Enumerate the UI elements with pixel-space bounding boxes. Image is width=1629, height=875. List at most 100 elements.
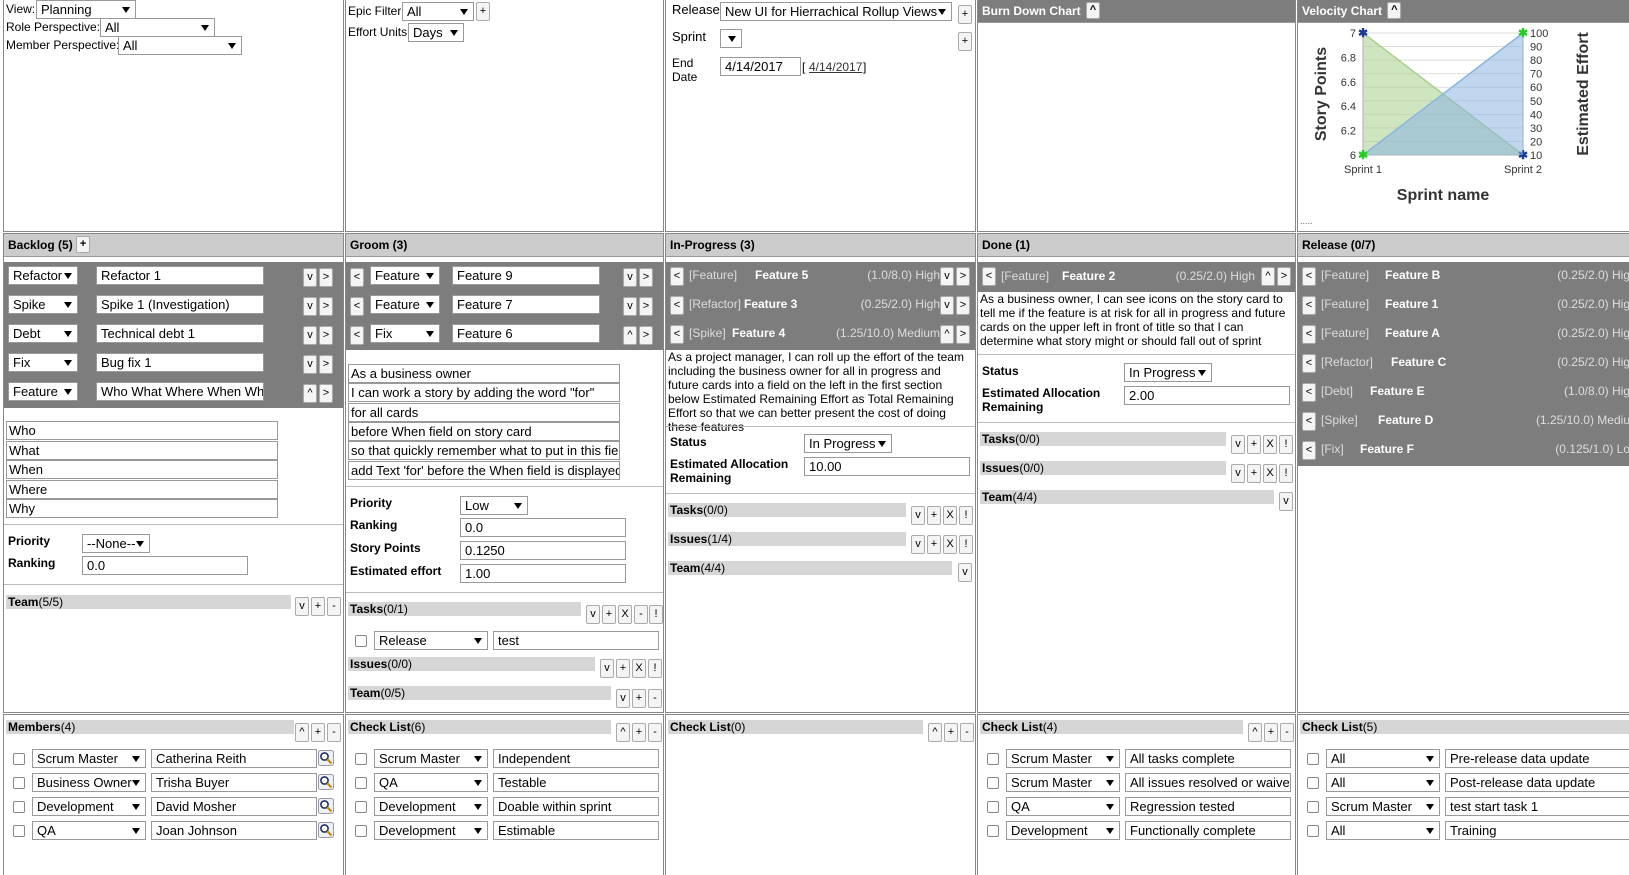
done-checklist-checkbox[interactable]: [987, 801, 999, 813]
velocity-collapse-button[interactable]: ^: [1387, 2, 1402, 19]
done-checklist-item-input[interactable]: All tasks complete: [1125, 749, 1291, 768]
inprogress-tasks-bar[interactable]: Tasks(0/0): [668, 503, 906, 517]
end-date-input[interactable]: 4/14/2017: [720, 57, 801, 76]
done-checklist-remove-button[interactable]: -: [1280, 723, 1294, 742]
release-checklist-checkbox[interactable]: [1307, 825, 1319, 837]
member-role-select[interactable]: Development: [32, 797, 146, 816]
groom-story-line[interactable]: add Text 'for' before the When field is …: [348, 460, 620, 480]
done-checklist-checkbox[interactable]: [987, 777, 999, 789]
groom-checklist-add-button[interactable]: +: [632, 723, 646, 742]
progress-checklist-up-button[interactable]: ^: [928, 723, 942, 742]
inprogress-issues-alert-button[interactable]: !: [959, 535, 973, 554]
done-card-back-button[interactable]: <: [982, 267, 996, 286]
backlog-card-name-input[interactable]: Refactor 1: [96, 266, 264, 285]
done-status-select[interactable]: In Progress: [1124, 363, 1212, 382]
groom-task-checkbox[interactable]: [355, 635, 367, 647]
done-card[interactable]: < [Feature] Feature 2 (0.25/2.0) High ^ …: [978, 264, 1295, 288]
release-card[interactable]: < [Fix] Feature F (0.125/1.0) Lo: [1298, 437, 1629, 461]
release-card-back-button[interactable]: <: [1302, 354, 1316, 373]
inprogress-issues-add-button[interactable]: +: [927, 535, 941, 554]
groom-tasks-remove-button[interactable]: -: [634, 605, 648, 624]
groom-tasks-alert-button[interactable]: !: [649, 605, 663, 624]
inprogress-card-back-button[interactable]: <: [670, 296, 684, 315]
done-tasks-expand-button[interactable]: v: [1231, 435, 1245, 454]
progress-checklist-remove-button[interactable]: -: [960, 723, 974, 742]
role-perspective-select[interactable]: All: [100, 18, 215, 37]
release-card[interactable]: < [Feature] Feature B (0.25/2.0) Hig: [1298, 263, 1629, 287]
inprogress-card[interactable]: < [Spike] Feature 4 (1.25/10.0) Medium ^ >: [666, 321, 975, 345]
groom-checklist-checkbox[interactable]: [355, 753, 367, 765]
member-role-select[interactable]: QA: [32, 821, 146, 840]
inprogress-card[interactable]: < [Feature] Feature 5 (1.0/8.0) High v >: [666, 263, 975, 287]
groom-checklist-item-input[interactable]: Estimable: [493, 821, 659, 840]
backlog-card-name-input[interactable]: Bug fix 1: [96, 353, 264, 372]
inprogress-tasks-delete-button[interactable]: X: [943, 506, 957, 525]
groom-checklist-item-input[interactable]: Doable within sprint: [493, 797, 659, 816]
inprogress-team-expand-button[interactable]: v: [958, 563, 972, 582]
groom-team-expand-button[interactable]: v: [616, 689, 630, 708]
done-checklist-item-input[interactable]: Regression tested: [1125, 797, 1291, 816]
backlog-card-type-select[interactable]: Fix: [8, 353, 78, 372]
done-tasks-alert-button[interactable]: !: [1279, 435, 1293, 454]
release-card[interactable]: < [Refactor] Feature C (0.25/2.0) Hig: [1298, 350, 1629, 374]
release-card-back-button[interactable]: <: [1302, 325, 1316, 344]
backlog-card-name-input[interactable]: Technical debt 1: [96, 324, 264, 343]
release-checklist-item-input[interactable]: Training: [1445, 821, 1629, 840]
backlog-team-add-button[interactable]: +: [311, 597, 325, 616]
groom-card-back-button[interactable]: <: [350, 297, 364, 316]
groom-card-type-select[interactable]: Fix: [370, 324, 440, 343]
done-card-up-button[interactable]: ^: [1261, 267, 1275, 286]
groom-card-move-button[interactable]: v: [623, 297, 637, 316]
epic-filter-select[interactable]: All: [402, 2, 474, 21]
groom-story-points-input[interactable]: 0.1250: [460, 541, 626, 560]
done-tasks-delete-button[interactable]: X: [1263, 435, 1277, 454]
done-issues-alert-button[interactable]: !: [1279, 464, 1293, 483]
groom-story-line[interactable]: I can work a story by adding the word "f…: [348, 383, 620, 403]
member-name-input[interactable]: Trisha Buyer: [151, 773, 317, 792]
release-checklist-role-select[interactable]: All: [1326, 821, 1440, 840]
done-checklist-add-button[interactable]: +: [1264, 723, 1278, 742]
done-checklist-role-select[interactable]: Development: [1006, 821, 1120, 840]
member-checkbox[interactable]: [13, 777, 25, 789]
backlog-card-move-button[interactable]: v: [303, 297, 317, 316]
release-checklist-role-select[interactable]: All: [1326, 749, 1440, 768]
backlog-card-next-button[interactable]: >: [319, 355, 333, 374]
groom-issues-alert-button[interactable]: !: [648, 659, 662, 678]
inprogress-card-move-button[interactable]: v: [940, 267, 954, 286]
groom-card-move-button[interactable]: v: [623, 268, 637, 287]
groom-card-back-button[interactable]: <: [350, 326, 364, 345]
story-field-input[interactable]: When: [6, 460, 278, 479]
release-add-button[interactable]: +: [958, 5, 972, 24]
search-member-icon[interactable]: [318, 774, 334, 790]
member-name-input[interactable]: Joan Johnson: [151, 821, 317, 840]
inprogress-card-next-button[interactable]: >: [956, 296, 970, 315]
backlog-ranking-input[interactable]: 0.0: [82, 556, 248, 575]
groom-team-bar[interactable]: Team(0/5): [348, 686, 611, 700]
groom-card-next-button[interactable]: >: [639, 326, 653, 345]
groom-tasks-delete-button[interactable]: X: [618, 605, 632, 624]
done-checklist-item-input[interactable]: Functionally complete: [1125, 821, 1291, 840]
groom-tasks-bar[interactable]: Tasks(0/1): [348, 602, 581, 616]
progress-checklist-bar[interactable]: Check List(0): [668, 720, 923, 734]
inprogress-issues-delete-button[interactable]: X: [943, 535, 957, 554]
groom-checklist-role-select[interactable]: QA: [374, 773, 488, 792]
story-field-input[interactable]: What: [6, 440, 278, 460]
done-alloc-input[interactable]: 2.00: [1124, 386, 1290, 405]
members-remove-button[interactable]: -: [327, 723, 341, 742]
member-checkbox[interactable]: [13, 753, 25, 765]
groom-checklist-checkbox[interactable]: [355, 801, 367, 813]
done-checklist-item-input[interactable]: All issues resolved or waived: [1125, 773, 1291, 792]
groom-team-remove-button[interactable]: -: [648, 689, 662, 708]
groom-team-add-button[interactable]: +: [632, 689, 646, 708]
story-field-input[interactable]: Who: [6, 421, 278, 440]
inprogress-card-next-button[interactable]: >: [956, 325, 970, 344]
groom-effort-input[interactable]: 1.00: [460, 564, 626, 583]
groom-checklist-bar[interactable]: Check List(6): [348, 720, 611, 734]
members-add-button[interactable]: +: [311, 723, 325, 742]
done-checklist-up-button[interactable]: ^: [1248, 723, 1262, 742]
backlog-card-move-button[interactable]: v: [303, 326, 317, 345]
backlog-card-next-button[interactable]: >: [319, 384, 333, 403]
story-field-input[interactable]: Where: [6, 479, 278, 499]
groom-checklist-up-button[interactable]: ^: [616, 723, 630, 742]
inprogress-card[interactable]: < [Refactor] Feature 3 (0.25/2.0) High v >: [666, 292, 975, 316]
